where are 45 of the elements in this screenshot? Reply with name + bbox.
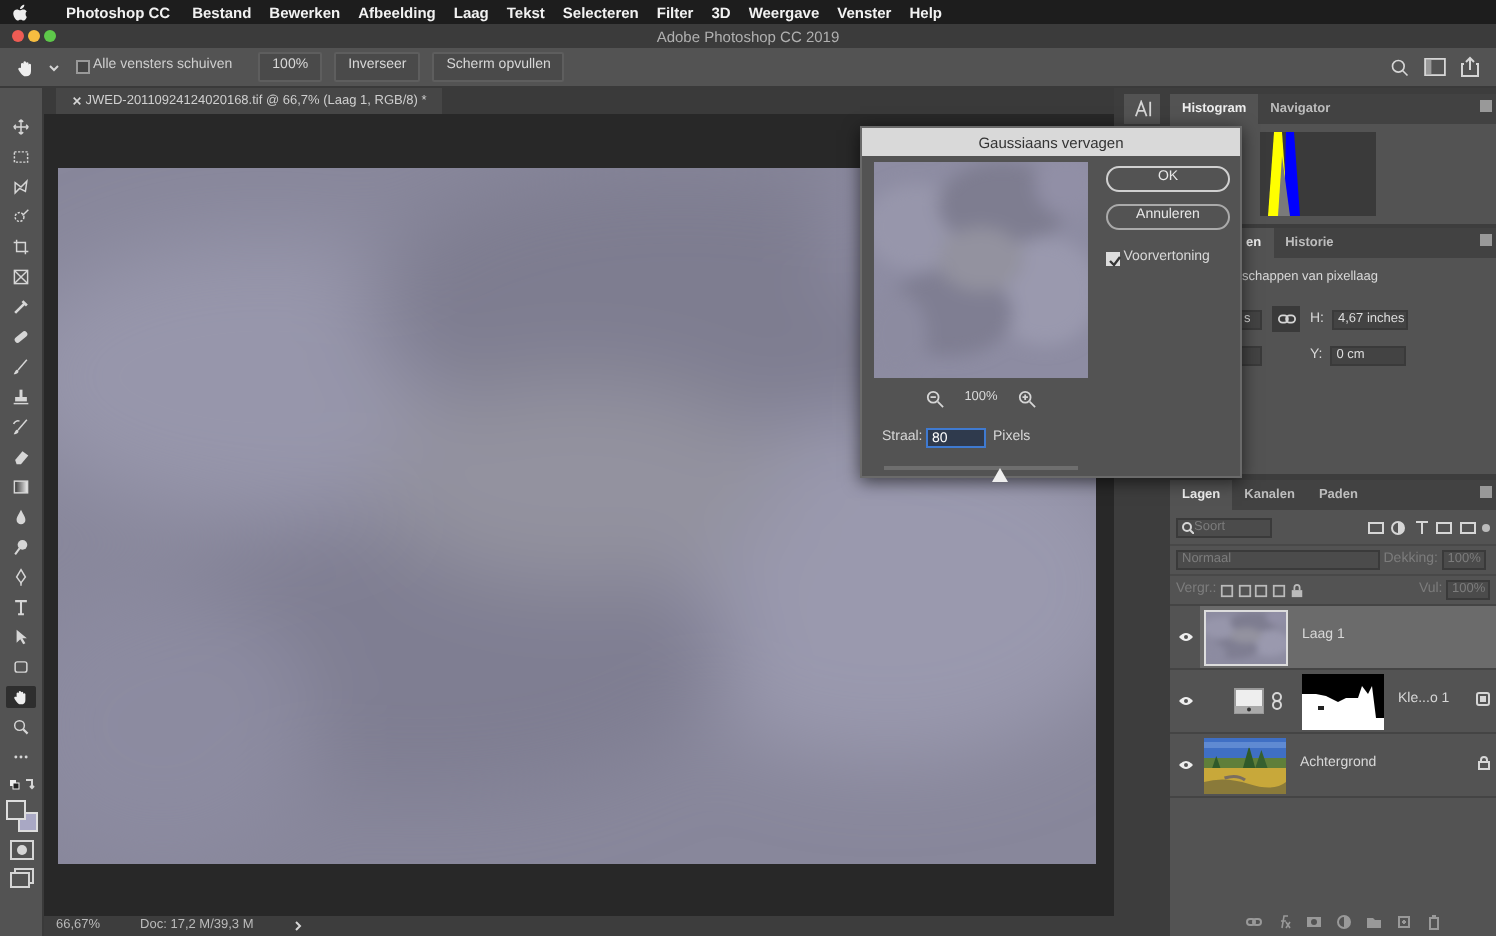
lock-icon[interactable] <box>1477 756 1489 771</box>
checkbox[interactable] <box>75 59 90 74</box>
circle-half-icon[interactable] <box>1335 914 1351 930</box>
filter-toggle[interactable] <box>1482 523 1490 531</box>
histogram-drawing <box>1260 132 1376 216</box>
panel-menu-icon[interactable] <box>1480 234 1493 247</box>
layer-mask-drawing <box>1302 673 1384 729</box>
share-icon[interactable] <box>1460 56 1480 78</box>
clip-icon[interactable] <box>1475 692 1489 707</box>
chain-icon[interactable] <box>1272 692 1282 710</box>
apple-icon <box>12 3 28 21</box>
minimize-button[interactable] <box>27 30 40 42</box>
hand-icon[interactable] <box>16 57 36 77</box>
link-icon[interactable] <box>1277 314 1295 325</box>
zoom-in-icon[interactable] <box>1018 389 1037 407</box>
trash-icon[interactable] <box>1425 914 1441 930</box>
eye-icon[interactable] <box>1177 632 1193 642</box>
fx-icon[interactable] <box>1275 914 1291 930</box>
character-icon[interactable] <box>1133 100 1151 118</box>
new-layer-icon[interactable] <box>1395 914 1411 930</box>
close-icon[interactable] <box>72 96 82 106</box>
search-icon <box>1182 521 1194 533</box>
eye-icon[interactable] <box>1177 760 1193 770</box>
eye-icon[interactable] <box>1177 696 1193 706</box>
foreground-color-swatch[interactable] <box>5 800 25 820</box>
adjustment-icon <box>1234 688 1264 714</box>
close-button[interactable] <box>12 30 24 42</box>
search-icon[interactable] <box>1390 57 1410 77</box>
panel-menu-icon[interactable] <box>1480 100 1493 113</box>
zoom-out-icon[interactable] <box>925 389 944 407</box>
image-icon[interactable] <box>1367 519 1383 535</box>
swap-colors-icon[interactable] <box>7 776 35 792</box>
panel-menu-icon[interactable] <box>1480 486 1493 499</box>
lock-icon[interactable] <box>1289 583 1304 597</box>
folder-icon[interactable] <box>1365 914 1381 930</box>
hand-icon[interactable] <box>6 686 36 708</box>
circle-half-icon[interactable] <box>1390 519 1406 535</box>
caret-icon[interactable] <box>48 61 60 73</box>
workspace-icon[interactable] <box>1424 58 1446 76</box>
quick-mask-icon[interactable] <box>9 840 33 860</box>
screen-mode-icon[interactable] <box>9 868 33 888</box>
zoom-button[interactable] <box>43 30 55 42</box>
type-icon[interactable] <box>1413 519 1429 535</box>
chevron-icon[interactable] <box>293 920 302 932</box>
mask-icon[interactable] <box>1305 914 1321 930</box>
